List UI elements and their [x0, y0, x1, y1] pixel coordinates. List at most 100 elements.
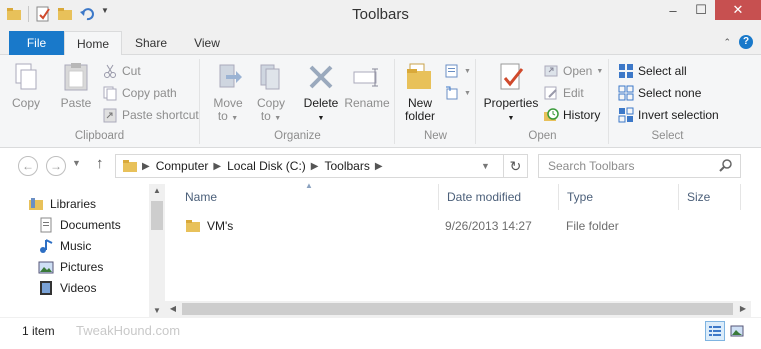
back-arrow-icon: ← — [22, 159, 34, 173]
help-icon[interactable]: ? — [739, 35, 753, 49]
scroll-up-arrow[interactable]: ▲ — [149, 186, 165, 195]
history-icon — [543, 107, 559, 123]
copy-path-icon — [102, 85, 118, 101]
column-header-date-modified[interactable]: Date modified — [439, 184, 559, 210]
address-dropdown[interactable]: ▼ — [481, 161, 490, 171]
status-bar: 1 item TweakHound.com — [0, 317, 761, 349]
maximize-button[interactable]: ☐ — [687, 0, 715, 20]
column-header-name[interactable]: Name — [177, 184, 439, 210]
nav-item-videos[interactable]: Videos — [38, 278, 96, 297]
folder-icon — [186, 220, 200, 232]
delete-button[interactable]: Delete ▼ — [299, 61, 343, 125]
nav-scrollbar[interactable]: ▲ ▼ — [149, 184, 165, 317]
edit-button[interactable]: Edit — [543, 83, 584, 103]
new-group-label: New — [423, 130, 447, 142]
tab-file[interactable]: File — [9, 31, 64, 55]
column-header-size[interactable]: Size — [679, 184, 741, 210]
table-row[interactable]: VM's 9/26/2013 14:27 File folder — [175, 216, 751, 236]
videos-icon — [40, 280, 52, 295]
close-button[interactable]: ✕ — [715, 0, 761, 20]
scroll-thumb[interactable] — [182, 303, 733, 315]
file-name-cell: VM's — [185, 216, 233, 236]
up-button[interactable]: ↑ — [96, 155, 104, 172]
copy-path-button[interactable]: Copy path — [102, 83, 177, 103]
file-list: ▲ Name Date modified Type Size VM's 9/26… — [165, 181, 761, 317]
rename-button[interactable]: Rename — [343, 61, 391, 110]
tab-share[interactable]: Share — [124, 31, 178, 55]
tab-home[interactable]: Home — [64, 31, 122, 56]
paste-label: Paste — [60, 96, 92, 110]
minimize-button[interactable]: – — [659, 0, 687, 20]
history-button[interactable]: History — [543, 105, 600, 125]
paste-button[interactable]: Paste — [56, 61, 96, 110]
copy-button[interactable]: Copy — [8, 61, 44, 110]
select-none-label: Select none — [638, 86, 702, 100]
select-all-button[interactable]: Select all — [618, 61, 687, 81]
move-to-label-1: Move — [213, 96, 243, 110]
invert-selection-label: Invert selection — [638, 108, 719, 122]
recent-locations-dropdown[interactable]: ▼ — [72, 158, 81, 168]
invert-selection-button[interactable]: Invert selection — [618, 105, 719, 125]
folder-icon — [122, 158, 138, 174]
new-item-button[interactable]: ▼ — [444, 61, 471, 81]
nav-item-libraries[interactable]: Libraries — [28, 194, 96, 213]
nav-item-pictures[interactable]: Pictures — [38, 257, 103, 276]
new-folder-label-1: New — [407, 96, 432, 110]
move-to-icon — [219, 64, 242, 88]
properties-icon — [500, 63, 524, 90]
breadcrumb-local-disk[interactable]: Local Disk (C:) — [227, 159, 306, 173]
tab-view[interactable]: View — [180, 31, 234, 55]
rename-icon — [353, 68, 378, 87]
history-label: History — [563, 108, 601, 122]
breadcrumb-toolbars[interactable]: Toolbars — [324, 159, 369, 173]
organize-group-label: Organize — [274, 130, 321, 142]
scroll-left-arrow[interactable]: ◀ — [165, 301, 181, 317]
address-bar[interactable]: ▶ Computer ▶ Local Disk (C:) ▶ Toolbars … — [115, 154, 528, 178]
column-header-type[interactable]: Type — [559, 184, 679, 210]
easy-access-icon — [444, 85, 460, 101]
copy-icon — [15, 63, 37, 90]
title-bar: ▼ Toolbars – ☐ ✕ — [0, 0, 761, 31]
cut-button[interactable]: Cut — [102, 61, 141, 81]
clipboard-group-label: Clipboard — [74, 130, 125, 142]
refresh-button[interactable]: ↻ — [503, 155, 527, 177]
file-name: VM's — [207, 219, 234, 233]
nav-item-label: Music — [60, 238, 92, 253]
ribbon-right-controls: ⌃ ? — [723, 35, 753, 49]
move-to-label-2: to — [217, 109, 228, 123]
scroll-right-arrow[interactable]: ▶ — [735, 301, 751, 317]
paste-shortcut-button[interactable]: Paste shortcut — [102, 105, 199, 125]
copy-path-label: Copy path — [122, 86, 177, 100]
file-date-modified: 9/26/2013 14:27 — [445, 219, 532, 233]
breadcrumb-computer[interactable]: Computer — [156, 159, 209, 173]
forward-button[interactable]: → — [46, 156, 66, 176]
select-group-label: Select — [651, 130, 684, 142]
new-folder-icon — [407, 63, 431, 89]
horizontal-scrollbar[interactable]: ◀ ▶ — [165, 301, 751, 317]
easy-access-button[interactable]: ▼ — [444, 83, 471, 103]
new-folder-button[interactable]: New folder — [400, 61, 440, 123]
select-none-button[interactable]: Select none — [618, 83, 701, 103]
minimize-ribbon-icon[interactable]: ⌃ — [723, 37, 731, 48]
watermark: TweakHound.com — [76, 323, 181, 338]
scroll-thumb[interactable] — [151, 201, 163, 230]
select-all-label: Select all — [638, 64, 687, 78]
open-button[interactable]: Open ▼ — [543, 61, 603, 81]
nav-item-label: Libraries — [50, 196, 97, 211]
select-none-icon — [618, 85, 634, 101]
invert-selection-icon — [618, 107, 634, 123]
nav-item-documents[interactable]: Documents — [38, 215, 121, 234]
details-view-button[interactable] — [705, 321, 725, 341]
back-button[interactable]: ← — [18, 156, 38, 176]
search-input[interactable]: Search Toolbars — [538, 154, 741, 178]
select-all-icon — [618, 63, 634, 79]
copy-to-label-1: Copy — [256, 96, 285, 110]
nav-item-music[interactable]: Music — [38, 236, 91, 255]
properties-button[interactable]: Properties ▼ — [481, 61, 541, 125]
scroll-down-arrow[interactable]: ▼ — [149, 306, 165, 315]
large-icons-view-button[interactable] — [727, 321, 747, 341]
move-to-button[interactable]: Move to ▼ — [210, 61, 246, 125]
clipboard-group: Copy Paste Cut Copy path Paste shortcut … — [0, 59, 200, 144]
copy-to-button[interactable]: Copy to ▼ — [253, 61, 289, 125]
window-controls: – ☐ ✕ — [659, 0, 761, 20]
